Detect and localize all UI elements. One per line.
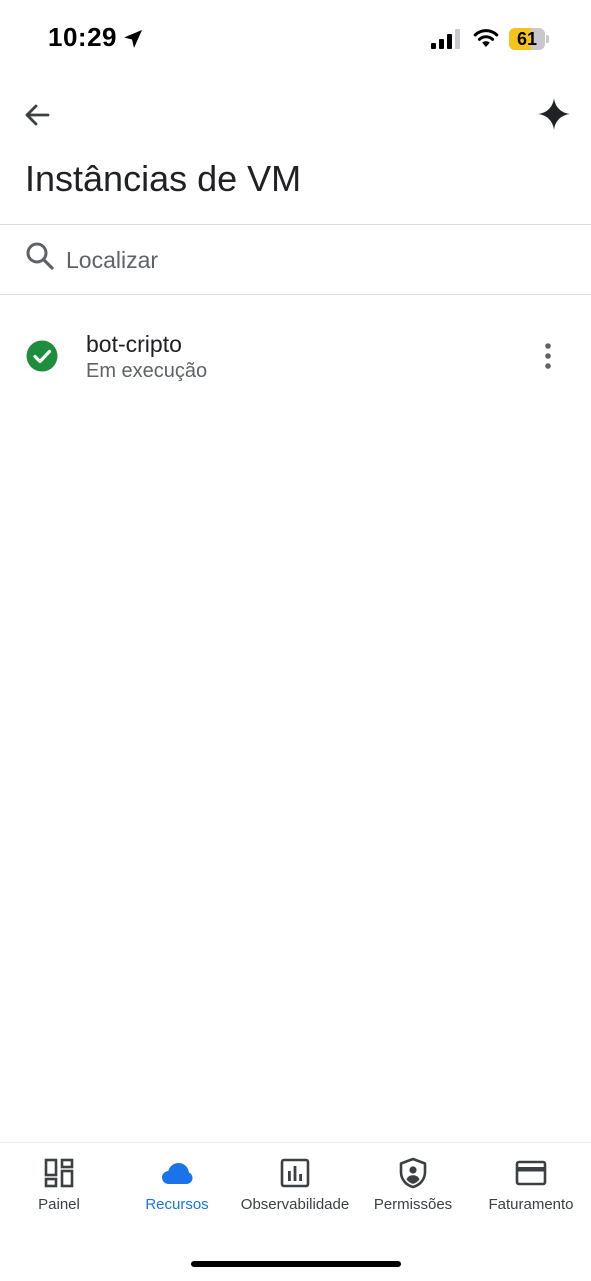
cloud-icon — [162, 1163, 193, 1184]
nav-item-observabilidade[interactable]: Observabilidade — [236, 1143, 354, 1233]
instance-row[interactable]: bot-cripto Em execução — [0, 318, 591, 394]
dashboard-icon — [44, 1158, 74, 1188]
gemini-assist-button[interactable] — [536, 96, 572, 132]
search-input[interactable] — [64, 238, 568, 282]
cellular-signal-icon — [431, 29, 461, 49]
status-bar: 10:29 61 — [0, 0, 591, 80]
search-icon — [26, 242, 54, 270]
divider — [0, 224, 591, 225]
sparkle-icon — [538, 98, 570, 130]
nav-item-recursos[interactable]: Recursos — [118, 1143, 236, 1233]
back-button[interactable] — [18, 96, 56, 134]
more-options-button[interactable] — [530, 338, 566, 374]
nav-item-permissoes[interactable]: Permissões — [354, 1143, 472, 1233]
status-time: 10:29 — [48, 22, 117, 52]
battery-level: 61 — [516, 29, 538, 49]
check-circle-icon — [26, 340, 58, 372]
arrow-left-icon — [25, 104, 50, 126]
divider — [0, 294, 591, 295]
search-bar — [0, 226, 591, 294]
bar-chart-icon — [280, 1158, 310, 1188]
page-title: Instâncias de VM — [25, 158, 302, 199]
instance-status: Em execução — [86, 360, 208, 382]
location-arrow-icon — [124, 30, 142, 48]
shield-person-icon — [399, 1157, 427, 1189]
wifi-icon — [473, 29, 499, 47]
nav-label: Faturamento — [488, 1196, 574, 1213]
nav-item-painel[interactable]: Painel — [0, 1143, 118, 1233]
home-indicator — [191, 1261, 401, 1267]
nav-item-faturamento[interactable]: Faturamento — [472, 1143, 590, 1233]
credit-card-icon — [515, 1160, 547, 1186]
battery-indicator: 61 — [509, 28, 549, 50]
instance-name: bot-cripto — [86, 331, 182, 357]
more-vert-icon — [545, 343, 551, 369]
